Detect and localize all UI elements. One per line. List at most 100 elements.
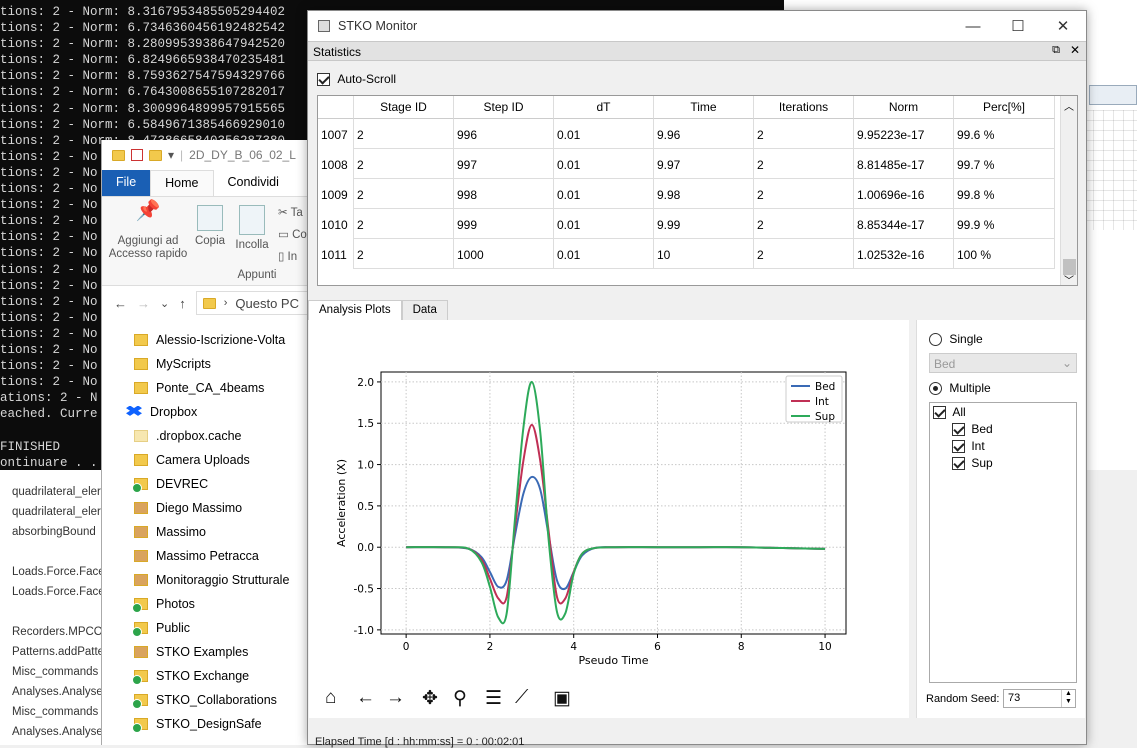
table-row[interactable]: 1008 2 997 0.01 9.97 2 8.81485e-17 99.7 % [318, 149, 1055, 179]
all-checkbox[interactable]: All [933, 405, 966, 420]
tree-item[interactable]: STKO_Collaborations [132, 688, 277, 712]
tree-item[interactable]: Ponte_CA_4beams [134, 376, 264, 400]
combobox-value: Bed [934, 357, 956, 371]
table-cell: 0.01 [554, 149, 654, 179]
tree-item[interactable]: .dropbox.cache [134, 424, 241, 448]
tree-item[interactable]: Photos [132, 592, 195, 616]
table-row[interactable]: 1009 2 998 0.01 9.98 2 1.00696e-16 99.8 % [318, 179, 1055, 209]
forward-arrow-icon[interactable]: → [137, 296, 150, 311]
save-icon[interactable]: ▣ [553, 687, 571, 710]
cut-button[interactable]: ✂ Ta [278, 207, 303, 220]
tree-item[interactable]: STKO Exchange [132, 664, 249, 688]
tab-share[interactable]: Condividi [214, 170, 293, 196]
table-cell: 9.96 [654, 119, 754, 149]
single-radio[interactable]: Single [929, 332, 983, 347]
stko-monitor-window: STKO Monitor — ☐ ✕ Statistics ⧉ ✕ Auto-S… [307, 10, 1087, 748]
y-tick-label: 2.0 [357, 377, 374, 389]
tree-item[interactable]: Massimo Petracca [134, 544, 259, 568]
tree-item[interactable]: STKO_DesignSafe [132, 712, 262, 736]
tree-item[interactable]: Massimo [134, 520, 206, 544]
table-cell: 8.81485e-17 [854, 149, 954, 179]
tree-item[interactable]: Alessio-Iscrizione-Volta [134, 328, 285, 352]
undock-icon[interactable]: ⧉ [1052, 44, 1060, 57]
checkbox-icon[interactable] [952, 423, 965, 437]
forward-arrow-icon[interactable]: → [386, 687, 405, 709]
copy-path-button[interactable]: ▭ Co [278, 229, 307, 242]
table-row[interactable]: 1011 2 1000 0.01 10 2 1.02532e-16 100 % [318, 239, 1055, 269]
column-header[interactable]: Stage ID [354, 96, 454, 119]
maximize-button[interactable]: ☐ [1003, 15, 1033, 37]
minimize-button[interactable]: — [958, 15, 988, 37]
random-seed-spinbox[interactable]: 73 ▲ ▼ [1003, 689, 1076, 708]
table-row[interactable]: 1007 2 996 0.01 9.96 2 9.95223e-17 99.6 % [318, 119, 1055, 149]
row-index: 1008 [318, 149, 354, 179]
series-combobox[interactable]: Bed ⌄ [929, 353, 1077, 373]
tree-item[interactable]: DEVREC [132, 472, 208, 496]
auto-scroll-checkbox[interactable]: Auto-Scroll [317, 72, 396, 87]
series-item-sup[interactable]: Sup [952, 456, 993, 471]
up-arrow-icon[interactable]: ↑ [179, 296, 186, 311]
all-label: All [952, 405, 966, 419]
column-header[interactable]: Norm [854, 96, 954, 119]
paste-shortcut-label: In [287, 251, 298, 263]
back-arrow-icon[interactable]: ← [356, 687, 375, 709]
spin-arrows-icon[interactable]: ▲ ▼ [1061, 690, 1075, 707]
scroll-up-icon[interactable]: ︿ [1064, 98, 1074, 113]
home-icon[interactable]: ⌂ [325, 687, 336, 709]
checkbox-icon[interactable] [933, 406, 946, 420]
tree-item-label: Camera Uploads [156, 453, 250, 467]
column-header[interactable]: Iterations [754, 96, 854, 119]
column-header[interactable]: Step ID [454, 96, 554, 119]
paste-button[interactable]: Incolla [232, 205, 272, 252]
tree-item[interactable]: MyScripts [134, 352, 211, 376]
configure-icon[interactable]: ☰ [485, 687, 502, 710]
elapsed-time-status: Elapsed Time [d : hh:mm:ss] = 0 : 00:02:… [315, 736, 525, 748]
checkbox-icon[interactable] [952, 440, 965, 454]
edit-axes-icon[interactable]: ⟋ [515, 687, 528, 709]
series-label: Sup [971, 456, 993, 470]
folder-icon [134, 358, 148, 370]
grid-canvas [1084, 110, 1137, 230]
tree-item[interactable]: Dropbox [126, 400, 197, 424]
pan-icon[interactable]: ✥ [422, 687, 438, 710]
radio-icon[interactable] [929, 333, 942, 347]
tab-data[interactable]: Data [401, 300, 448, 320]
series-item-int[interactable]: Int [952, 439, 985, 454]
column-header[interactable]: dT [554, 96, 654, 119]
tree-item[interactable]: Monitoraggio Strutturale [134, 568, 289, 592]
tree-item[interactable]: Public [132, 616, 190, 640]
table-cell: 0.01 [554, 119, 654, 149]
tree-item[interactable]: Camera Uploads [134, 448, 250, 472]
table-row[interactable]: 1010 2 999 0.01 9.99 2 8.85344e-17 99.9 % [318, 209, 1055, 239]
group-label: Appunti [237, 269, 277, 281]
tree-item[interactable]: STKO Examples [134, 640, 248, 664]
folder-icon [202, 297, 216, 309]
close-button[interactable]: ✕ [1048, 15, 1078, 37]
x-axis-label: Pseudo Time [578, 654, 648, 667]
paste-shortcut-button[interactable]: ▯ In [278, 251, 297, 264]
pin-quick-access-button[interactable]: 📌 Aggiungi ad Accesso rapido [108, 201, 188, 261]
close-panel-icon[interactable]: ✕ [1070, 43, 1080, 57]
column-header[interactable]: Time [654, 96, 754, 119]
copy-button[interactable]: Copia [194, 205, 226, 248]
checkbox-icon[interactable] [317, 73, 330, 87]
script-line: Patterns.addPatte [12, 646, 105, 658]
multiple-radio[interactable]: Multiple [929, 381, 991, 396]
chevron-down-icon[interactable]: ▾ [168, 148, 174, 162]
properties-icon[interactable] [131, 149, 143, 161]
tab-file[interactable]: File [102, 170, 151, 196]
tab-analysis-plots[interactable]: Analysis Plots [308, 300, 402, 320]
chevron-down-icon[interactable]: ⌄ [160, 297, 169, 310]
zoom-icon[interactable]: ⚲ [453, 687, 467, 710]
column-header[interactable]: Perc[%] [954, 96, 1055, 119]
table-scrollbar[interactable]: ︿ ﹀ [1060, 96, 1077, 285]
radio-icon[interactable] [929, 382, 942, 396]
tree-item[interactable]: Diego Massimo [134, 496, 242, 520]
tab-home[interactable]: Home [150, 170, 214, 196]
series-item-bed[interactable]: Bed [952, 422, 993, 437]
address-bar[interactable]: › Questo PC [195, 291, 314, 315]
x-tick-label: 8 [738, 641, 745, 653]
checkbox-icon[interactable] [952, 457, 965, 471]
back-arrow-icon[interactable]: ← [114, 296, 127, 311]
scroll-down-icon[interactable]: ﹀ [1064, 272, 1074, 285]
